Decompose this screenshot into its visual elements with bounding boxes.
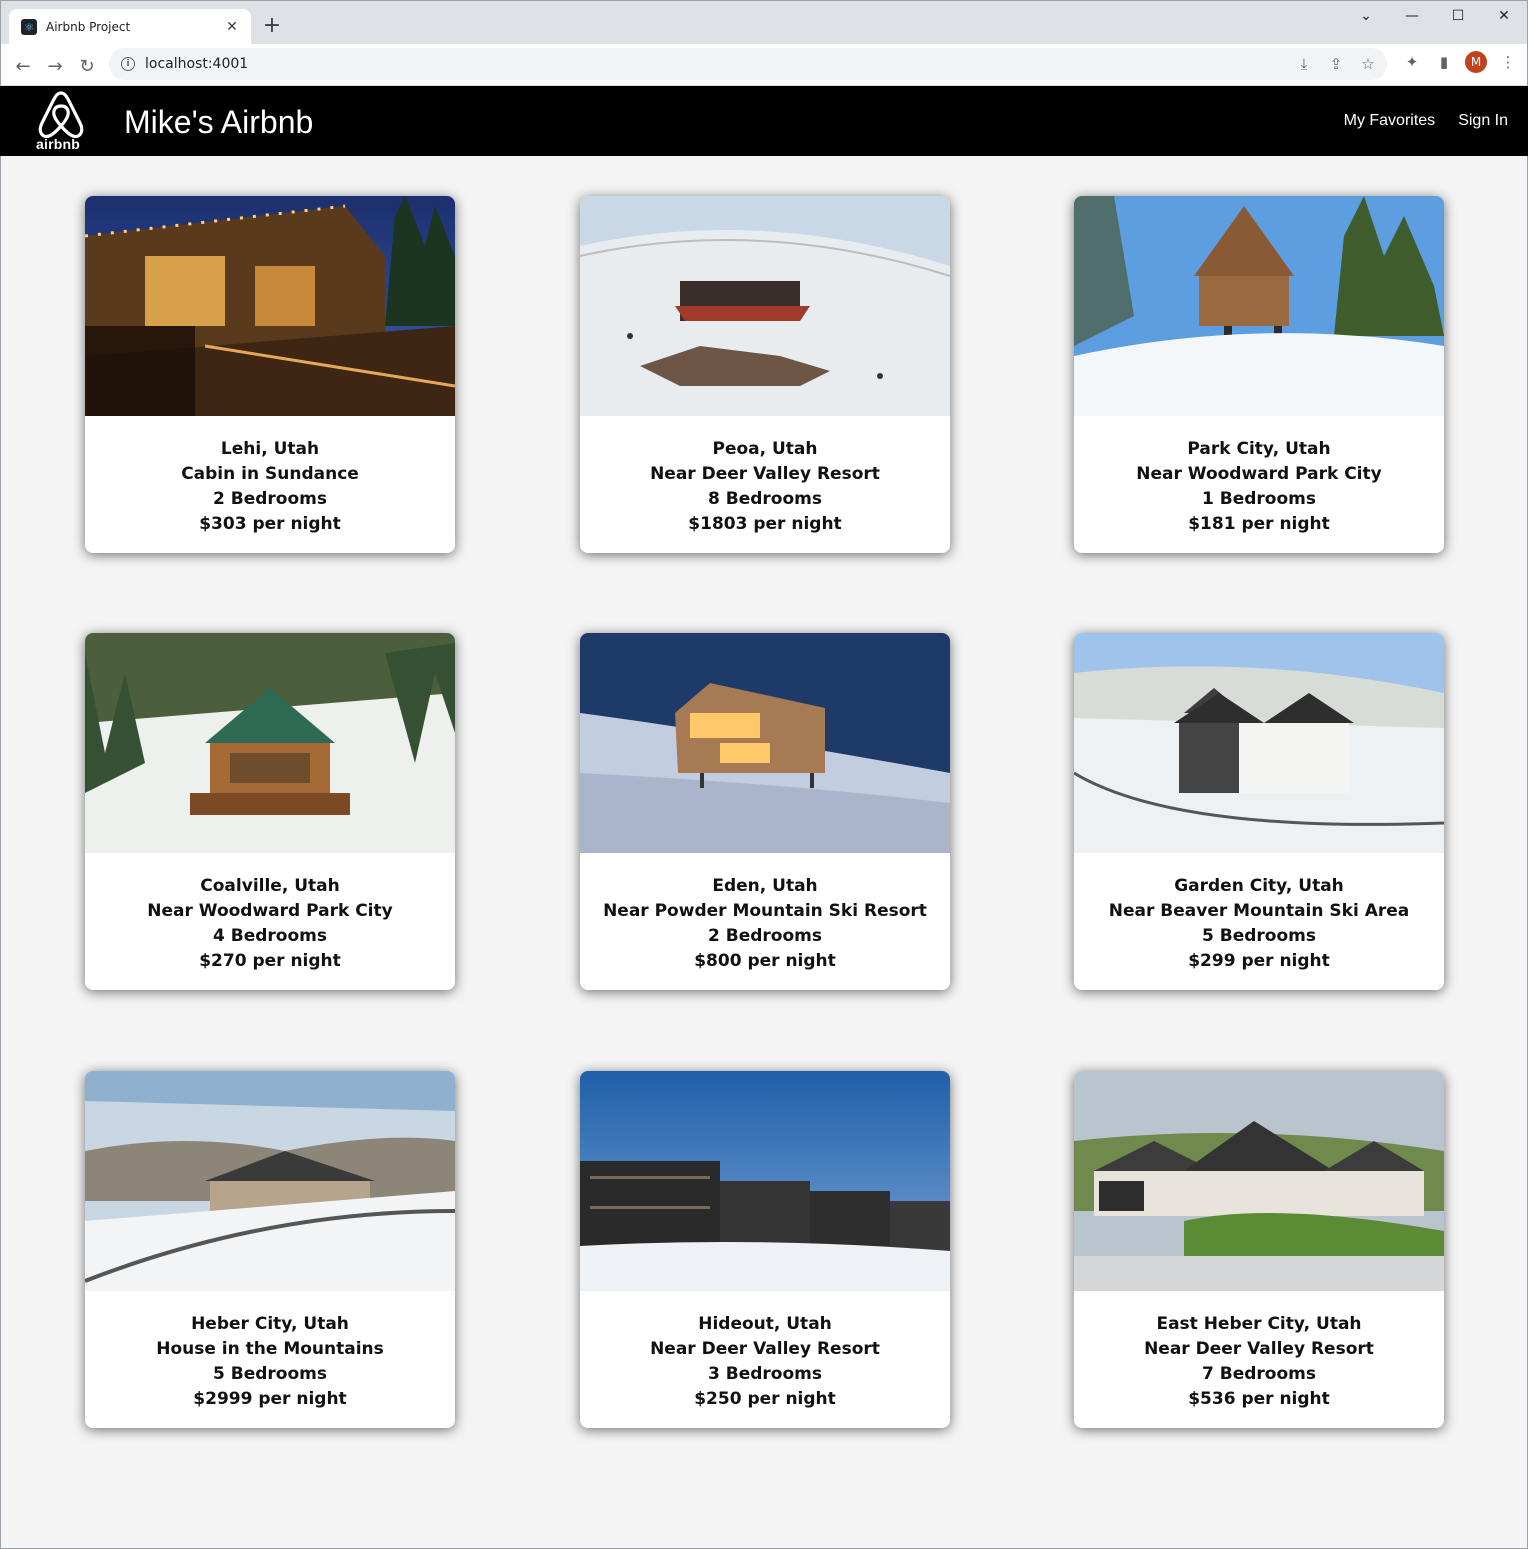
listing-bedrooms: 7 Bedrooms	[1202, 1364, 1316, 1384]
listing-bedrooms: 3 Bedrooms	[708, 1364, 822, 1384]
listing-bedrooms: 8 Bedrooms	[708, 489, 822, 509]
new-tab-icon[interactable]: +	[259, 14, 285, 40]
listing-title: House in the Mountains	[156, 1339, 384, 1359]
listing-location: Peoa, Utah	[712, 439, 818, 459]
listing-title: Near Deer Valley Resort	[650, 1339, 880, 1359]
listing-location: Hideout, Utah	[698, 1314, 832, 1334]
listing-title: Near Powder Mountain Ski Resort	[603, 901, 927, 921]
listing-bedrooms: 2 Bedrooms	[213, 489, 327, 509]
install-app-icon[interactable]: ⤓	[1293, 53, 1315, 75]
listing-price: $800 per night	[694, 951, 836, 971]
listing-location: Heber City, Utah	[191, 1314, 349, 1334]
tab-close-icon[interactable]: ✕	[223, 19, 241, 35]
reload-icon[interactable]: ↻	[73, 52, 101, 80]
listing-location: Lehi, Utah	[220, 439, 320, 459]
listing-card[interactable]: Hideout, Utah Near Deer Valley Resort 3 …	[580, 1071, 950, 1428]
profile-avatar[interactable]: M	[1465, 51, 1487, 73]
browser-tab-bar: ⚛ Airbnb Project ✕ + ⌄ — ☐ ✕	[0, 0, 1528, 45]
listing-photo	[85, 196, 455, 416]
listing-location: Coalville, Utah	[200, 876, 340, 896]
react-favicon-icon: ⚛	[21, 19, 37, 35]
listing-price: $270 per night	[199, 951, 341, 971]
tab-title: Airbnb Project	[46, 20, 131, 34]
tab-search-icon[interactable]: ⌄	[1343, 1, 1389, 31]
forward-icon[interactable]: →	[41, 52, 69, 80]
menu-kebab-icon[interactable]: ⋮	[1497, 51, 1519, 73]
listing-card[interactable]: Garden City, Utah Near Beaver Mountain S…	[1074, 633, 1444, 990]
minimize-icon[interactable]: —	[1389, 1, 1435, 31]
listing-photo	[580, 633, 950, 853]
browser-tab[interactable]: ⚛ Airbnb Project ✕	[9, 9, 251, 45]
listing-bedrooms: 5 Bedrooms	[1202, 926, 1316, 946]
listing-title: Near Woodward Park City	[1136, 464, 1382, 484]
listing-location: Garden City, Utah	[1174, 876, 1344, 896]
window-controls: ⌄ — ☐ ✕	[1343, 1, 1527, 33]
extensions-puzzle-icon[interactable]: ✦	[1401, 51, 1423, 73]
listing-card[interactable]: Heber City, Utah House in the Mountains …	[85, 1071, 455, 1428]
listing-bedrooms: 4 Bedrooms	[213, 926, 327, 946]
listing-title: Near Beaver Mountain Ski Area	[1108, 901, 1410, 921]
site-header: airbnb Mike's Airbnb My Favorites Sign I…	[0, 86, 1528, 156]
listing-price: $181 per night	[1188, 514, 1330, 534]
browser-toolbar: ← → ↻ i localhost:4001 ⤓ ⇪ ☆ ✦ ▮ M ⋮	[0, 44, 1528, 86]
back-icon[interactable]: ←	[9, 52, 37, 80]
listing-price: $299 per night	[1188, 951, 1330, 971]
listing-photo	[85, 633, 455, 853]
listing-photo	[1074, 1071, 1444, 1291]
listing-photo	[580, 196, 950, 416]
listing-photo	[1074, 633, 1444, 853]
bookmark-star-icon[interactable]: ☆	[1357, 53, 1379, 75]
site-title: Mike's Airbnb	[124, 104, 314, 140]
listing-title: Near Deer Valley Resort	[650, 464, 880, 484]
sign-in-link[interactable]: Sign In	[1458, 112, 1508, 130]
listing-bedrooms: 1 Bedrooms	[1202, 489, 1316, 509]
listing-photo	[85, 1071, 455, 1291]
close-window-icon[interactable]: ✕	[1481, 1, 1527, 31]
listing-title: Near Deer Valley Resort	[1144, 1339, 1374, 1359]
side-panel-icon[interactable]: ▮	[1433, 51, 1455, 73]
listing-price: $303 per night	[199, 514, 341, 534]
listing-location: East Heber City, Utah	[1156, 1314, 1362, 1334]
listing-price: $536 per night	[1188, 1389, 1330, 1409]
listing-price: $2999 per night	[193, 1389, 347, 1409]
listing-card[interactable]: Park City, Utah Near Woodward Park City …	[1074, 196, 1444, 553]
listing-card[interactable]: Peoa, Utah Near Deer Valley Resort 8 Bed…	[580, 196, 950, 553]
listing-photo	[580, 1071, 950, 1291]
listing-location: Park City, Utah	[1187, 439, 1331, 459]
listing-card[interactable]: Eden, Utah Near Powder Mountain Ski Reso…	[580, 633, 950, 990]
address-bar[interactable]: i localhost:4001 ⤓ ⇪ ☆	[109, 48, 1387, 80]
url-text: localhost:4001	[145, 56, 249, 72]
header-nav: My Favorites Sign In	[1344, 112, 1508, 130]
listing-location: Eden, Utah	[712, 876, 818, 896]
maximize-icon[interactable]: ☐	[1435, 1, 1481, 31]
listing-bedrooms: 2 Bedrooms	[708, 926, 822, 946]
listing-photo	[1074, 196, 1444, 416]
listing-price: $250 per night	[694, 1389, 836, 1409]
listing-card[interactable]: East Heber City, Utah Near Deer Valley R…	[1074, 1071, 1444, 1428]
listing-title: Cabin in Sundance	[181, 464, 359, 484]
logo-wordmark: airbnb	[36, 136, 80, 152]
listing-price: $1803 per night	[688, 514, 842, 534]
listing-bedrooms: 5 Bedrooms	[213, 1364, 327, 1384]
share-icon[interactable]: ⇪	[1325, 53, 1347, 75]
listing-card[interactable]: Coalville, Utah Near Woodward Park City …	[85, 633, 455, 990]
site-info-icon[interactable]: i	[121, 57, 135, 71]
listing-card[interactable]: Lehi, Utah Cabin in Sundance 2 Bedrooms …	[85, 196, 455, 553]
listing-title: Near Woodward Park City	[147, 901, 393, 921]
my-favorites-link[interactable]: My Favorites	[1344, 112, 1436, 130]
